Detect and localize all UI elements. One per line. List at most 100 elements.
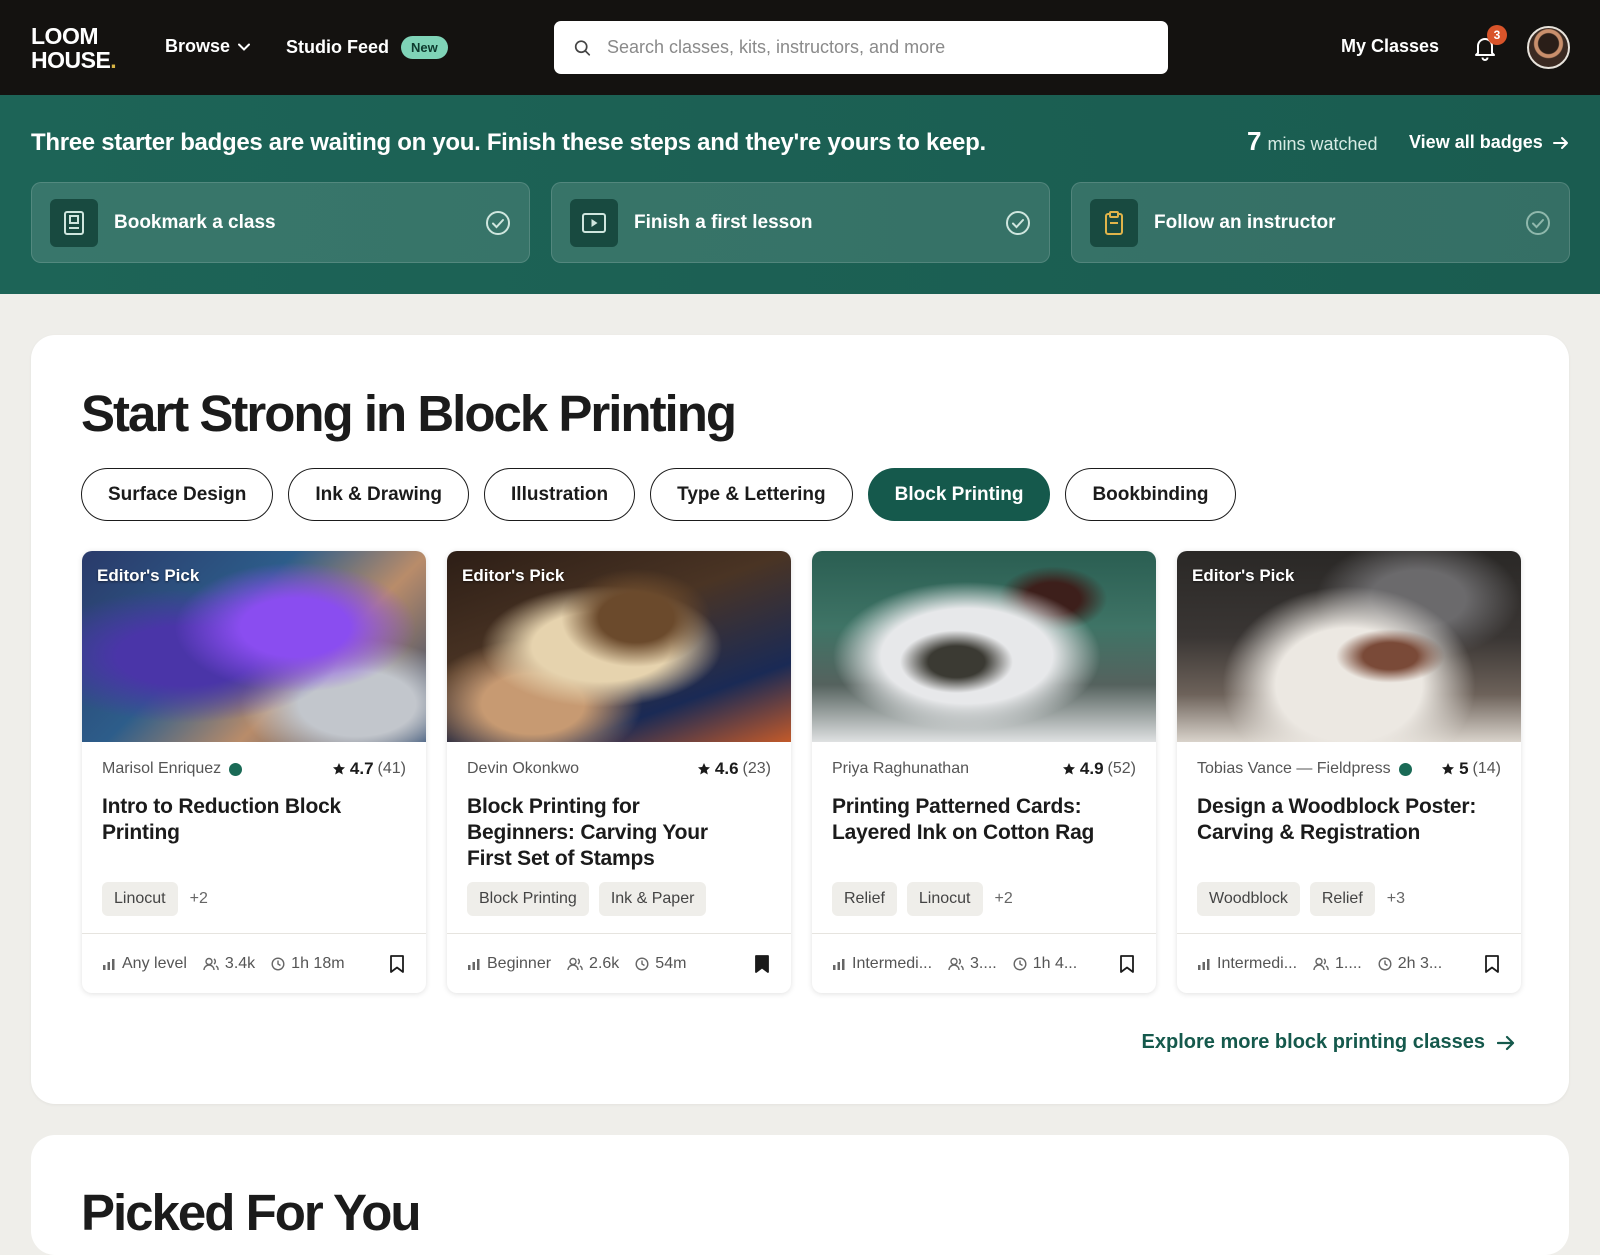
instructor-name[interactable]: Devin Okonkwo bbox=[467, 759, 579, 779]
course-thumbnail[interactable]: Editor's Pick bbox=[82, 551, 426, 742]
course-title[interactable]: Block Printing for Beginners: Carving Yo… bbox=[467, 794, 751, 872]
chip-surface-design[interactable]: Surface Design bbox=[81, 468, 274, 521]
editors-pick-badge: Editor's Pick bbox=[97, 566, 200, 585]
instructor-name[interactable]: Tobias Vance — Fieldpress bbox=[1197, 759, 1412, 779]
course-thumbnail[interactable]: Editor's Pick bbox=[1177, 551, 1521, 742]
students-label: 3.... bbox=[970, 954, 997, 972]
block-printing-section: Start Strong in Block Printing Surface D… bbox=[31, 335, 1569, 1104]
duration: 1h 4... bbox=[1013, 955, 1077, 973]
badge-step-label: Finish a first lesson bbox=[634, 211, 813, 233]
rating-value: 4.9 bbox=[1079, 759, 1104, 778]
level: Intermedi... bbox=[1197, 955, 1297, 973]
level: Intermedi... bbox=[832, 955, 932, 973]
tag[interactable]: Woodblock bbox=[1197, 882, 1300, 916]
verified-icon bbox=[229, 762, 243, 776]
clock-icon bbox=[1378, 956, 1392, 971]
category-chips: Surface Design Ink & Drawing Illustratio… bbox=[81, 468, 1236, 521]
chip-bookbinding[interactable]: Bookbinding bbox=[1065, 468, 1236, 521]
students: 2.6k bbox=[567, 955, 619, 973]
level-bars-icon bbox=[833, 958, 845, 970]
course-card[interactable]: Editor's Pick Marisol Enriquez 4.7 (41) … bbox=[82, 551, 426, 993]
instructor-label: Devin Okonkwo bbox=[467, 760, 580, 777]
search-input[interactable] bbox=[606, 37, 1148, 58]
explore-more-label: Explore more block printing classes bbox=[1141, 1031, 1485, 1053]
logo-line-1: LOOM bbox=[31, 22, 99, 49]
avatar[interactable] bbox=[1527, 26, 1570, 69]
top-nav: LOOM HOUSE. Browse Studio Feed New My Cl… bbox=[0, 0, 1600, 95]
students: 1.... bbox=[1313, 955, 1362, 973]
chip-ink-drawing[interactable]: Ink & Drawing bbox=[288, 468, 470, 521]
badge-step-lesson[interactable]: Finish a first lesson bbox=[551, 182, 1050, 263]
search-bar[interactable] bbox=[554, 21, 1168, 74]
instructor-name[interactable]: Priya Raghunathan bbox=[832, 759, 969, 779]
tag[interactable]: Block Printing bbox=[467, 882, 589, 916]
rating: 4.7 (41) bbox=[332, 759, 406, 779]
review-count: (14) bbox=[1472, 760, 1501, 777]
more-tags[interactable]: +2 bbox=[190, 890, 208, 908]
badge-step-bookmark[interactable]: Bookmark a class bbox=[31, 182, 530, 263]
bookmark-filled-icon[interactable] bbox=[753, 954, 771, 974]
check-circle-icon bbox=[1006, 210, 1030, 235]
level-label: Intermedi... bbox=[1217, 954, 1298, 972]
review-count: (23) bbox=[742, 760, 771, 777]
play-icon bbox=[570, 198, 618, 247]
more-tags[interactable]: +2 bbox=[995, 890, 1013, 908]
level-bars-icon bbox=[103, 958, 115, 970]
studio-feed-link[interactable]: Studio Feed New bbox=[286, 36, 448, 59]
more-tags[interactable]: +3 bbox=[1387, 890, 1405, 908]
bookmark-book-icon bbox=[50, 198, 98, 247]
explore-more-link[interactable]: Explore more block printing classes bbox=[1142, 1031, 1515, 1054]
students-label: 1.... bbox=[1335, 954, 1362, 972]
rating: 4.9 (52) bbox=[1062, 759, 1136, 779]
course-thumbnail[interactable]: Editor's Pick bbox=[447, 551, 791, 742]
tag[interactable]: Relief bbox=[1309, 882, 1375, 916]
star-icon bbox=[1442, 763, 1455, 775]
section-title: Picked For You bbox=[81, 1184, 422, 1241]
rating-value: 4.7 bbox=[349, 759, 374, 778]
browse-menu[interactable]: Browse bbox=[165, 36, 251, 57]
banner-title: Three starter badges are waiting on you.… bbox=[31, 129, 986, 156]
editors-pick-badge: Editor's Pick bbox=[462, 566, 565, 585]
review-count: (41) bbox=[377, 760, 406, 777]
arrow-right-icon bbox=[1497, 1035, 1515, 1050]
tag[interactable]: Linocut bbox=[906, 882, 983, 916]
course-title[interactable]: Printing Patterned Cards: Layered Ink on… bbox=[832, 794, 1116, 846]
clock-icon bbox=[271, 956, 285, 971]
tag[interactable]: Linocut bbox=[102, 882, 178, 916]
arrow-right-icon bbox=[1552, 136, 1568, 149]
chip-block-printing[interactable]: Block Printing bbox=[867, 468, 1051, 521]
bookmark-icon[interactable] bbox=[388, 954, 406, 974]
level: Any level bbox=[102, 955, 187, 973]
level: Beginner bbox=[467, 955, 551, 973]
course-card[interactable]: Editor's Pick Tobias Vance — Fieldpress … bbox=[1177, 551, 1521, 993]
review-count: (52) bbox=[1107, 760, 1136, 777]
section-title: Start Strong in Block Printing bbox=[81, 385, 737, 442]
my-classes-link[interactable]: My Classes bbox=[1341, 36, 1439, 57]
instructor-name[interactable]: Marisol Enriquez bbox=[102, 759, 243, 779]
picked-for-you-section: Picked For You bbox=[31, 1135, 1569, 1255]
bookmark-icon[interactable] bbox=[1483, 954, 1501, 974]
course-thumbnail[interactable] bbox=[812, 551, 1156, 742]
browse-label: Browse bbox=[165, 36, 231, 56]
course-card[interactable]: Editor's Pick Devin Okonkwo 4.6 (23) Blo… bbox=[447, 551, 791, 993]
course-title[interactable]: Design a Woodblock Poster: Carving & Reg… bbox=[1197, 794, 1481, 846]
instructor-label: Marisol Enriquez bbox=[102, 760, 222, 777]
rating: 4.6 (23) bbox=[697, 759, 771, 779]
notification-count: 3 bbox=[1487, 25, 1507, 45]
chip-illustration[interactable]: Illustration bbox=[484, 468, 636, 521]
tag[interactable]: Ink & Paper bbox=[598, 882, 707, 916]
view-all-badges-link[interactable]: View all badges bbox=[1409, 132, 1569, 153]
logo[interactable]: LOOM HOUSE. bbox=[31, 24, 131, 72]
studio-feed-label: Studio Feed bbox=[286, 37, 389, 57]
duration: 1h 18m bbox=[271, 954, 345, 973]
clock-icon bbox=[635, 956, 649, 971]
duration-label: 1h 18m bbox=[291, 954, 345, 972]
course-title[interactable]: Intro to Reduction Block Printing bbox=[102, 794, 386, 846]
tag[interactable]: Relief bbox=[832, 882, 897, 916]
chip-type-lettering[interactable]: Type & Lettering bbox=[650, 468, 853, 521]
mins-watched-value: 7 bbox=[1247, 126, 1262, 156]
badge-step-follow[interactable]: Follow an instructor bbox=[1071, 182, 1570, 263]
users-icon bbox=[1313, 957, 1329, 970]
course-card[interactable]: Priya Raghunathan 4.9 (52) Printing Patt… bbox=[812, 551, 1156, 993]
bookmark-icon[interactable] bbox=[1118, 954, 1136, 974]
